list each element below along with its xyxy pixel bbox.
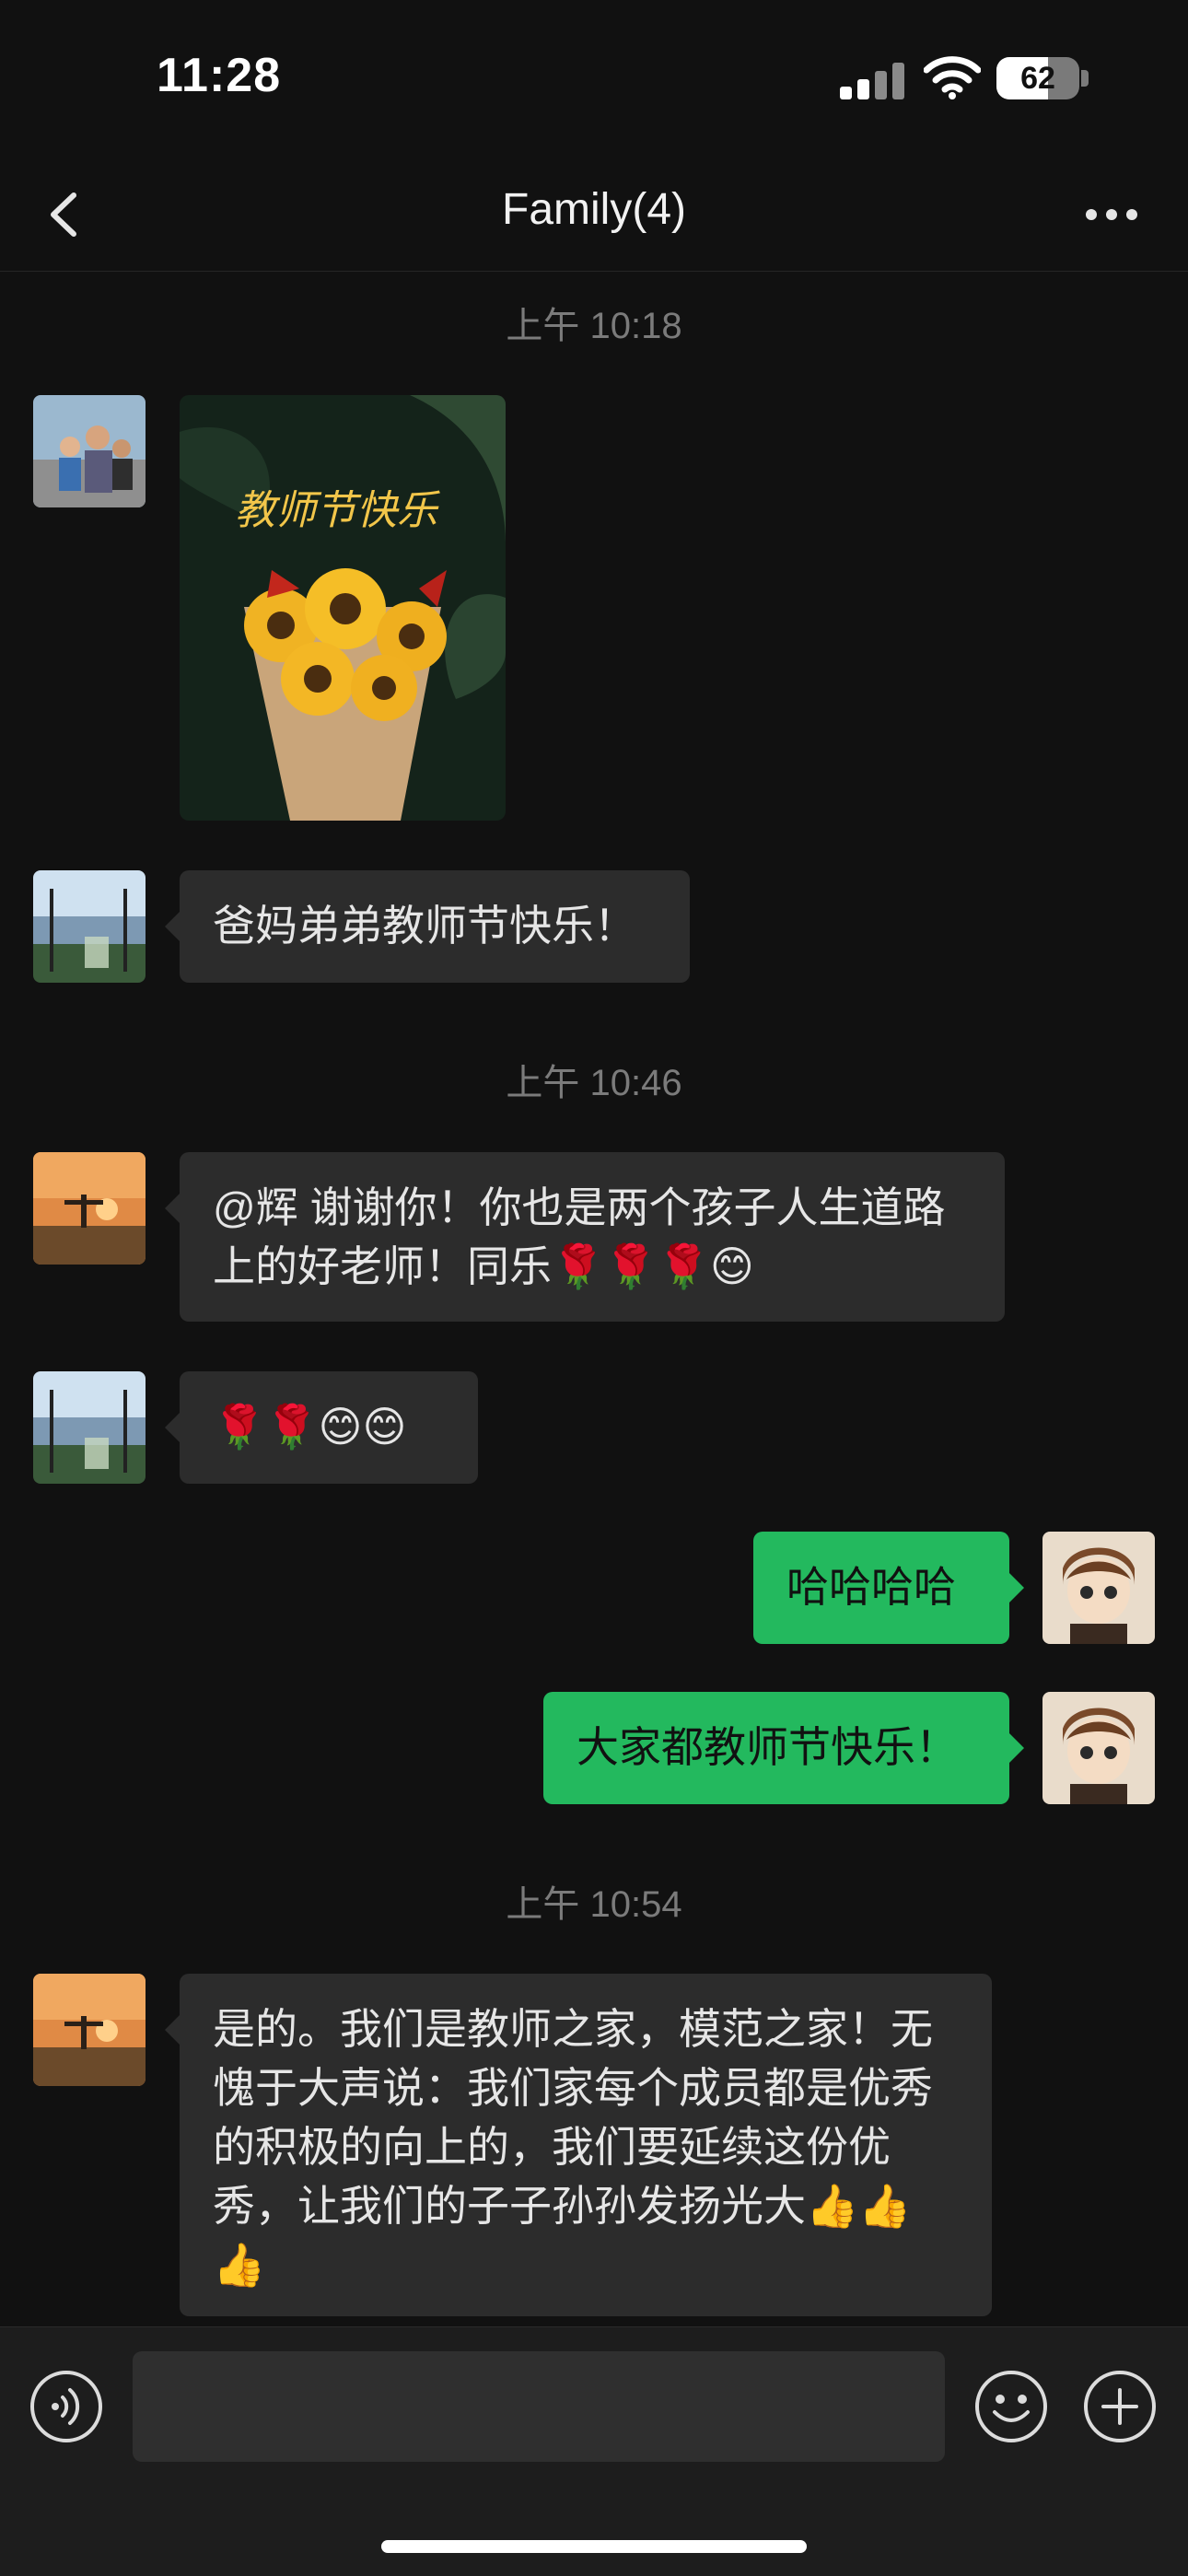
home-indicator[interactable] xyxy=(381,2540,807,2553)
battery-tip xyxy=(1081,70,1089,87)
bubble-tail xyxy=(1009,1733,1024,1763)
message-bubble[interactable]: 爸妈弟弟教师节快乐！ xyxy=(180,870,690,983)
plus-icon[interactable] xyxy=(1083,2370,1157,2443)
sunset-avatar[interactable] xyxy=(33,1152,146,1265)
voice-icon[interactable] xyxy=(29,2370,103,2443)
timestamp: 上午 10:46 xyxy=(506,1063,682,1103)
seaside-avatar[interactable] xyxy=(33,870,146,983)
bubble-tail xyxy=(165,912,180,941)
cartoon-avatar[interactable] xyxy=(1042,1532,1155,1644)
timestamp: 上午 10:18 xyxy=(506,306,682,346)
cartoon-avatar[interactable] xyxy=(1042,1692,1155,1804)
battery-level: 62 xyxy=(1020,61,1055,96)
group-photo-avatar[interactable] xyxy=(33,395,146,507)
battery-icon: 62 xyxy=(996,57,1079,99)
timestamp: 上午 10:54 xyxy=(506,1884,682,1925)
message-bubble[interactable]: @辉 谢谢你！你也是两个孩子人生道路上的好老师！同乐🌹🌹🌹😊 xyxy=(180,1152,1005,1322)
seaside-avatar[interactable] xyxy=(33,1371,146,1484)
more-options-icon[interactable] xyxy=(1079,182,1144,247)
status-time: 11:28 xyxy=(157,49,282,102)
input-bar xyxy=(0,2326,1188,2576)
bubble-tail xyxy=(165,1413,180,1442)
message-bubble-outgoing[interactable]: 哈哈哈哈 xyxy=(753,1532,1009,1644)
greeting-image-text: 教师节快乐 xyxy=(235,487,440,534)
chat-title: Family(4) xyxy=(502,185,686,234)
wifi-icon xyxy=(924,56,981,99)
emoji-icon[interactable] xyxy=(974,2370,1048,2443)
bubble-tail xyxy=(1009,1573,1024,1603)
message-list[interactable]: 上午 10:18 教师节快乐 爸妈弟弟教师节快乐！ 上午 10:46 @辉 谢谢… xyxy=(0,272,1188,2325)
bubble-tail xyxy=(165,2015,180,2045)
message-bubble[interactable]: 🌹🌹😊😊 xyxy=(180,1371,478,1484)
cellular-signal-icon xyxy=(840,61,906,99)
message-bubble-outgoing[interactable]: 大家都教师节快乐！ xyxy=(543,1692,1009,1804)
message-input[interactable] xyxy=(133,2351,945,2462)
sunset-avatar[interactable] xyxy=(33,1974,146,2086)
bubble-tail xyxy=(165,1194,180,1223)
greeting-image[interactable]: 教师节快乐 xyxy=(180,395,506,821)
nav-bar: Family(4) xyxy=(0,157,1188,272)
message-bubble[interactable]: 是的。我们是教师之家，模范之家！无愧于大声说：我们家每个成员都是优秀的积极的向上… xyxy=(180,1974,992,2316)
status-bar: 11:28 62 xyxy=(0,0,1188,157)
